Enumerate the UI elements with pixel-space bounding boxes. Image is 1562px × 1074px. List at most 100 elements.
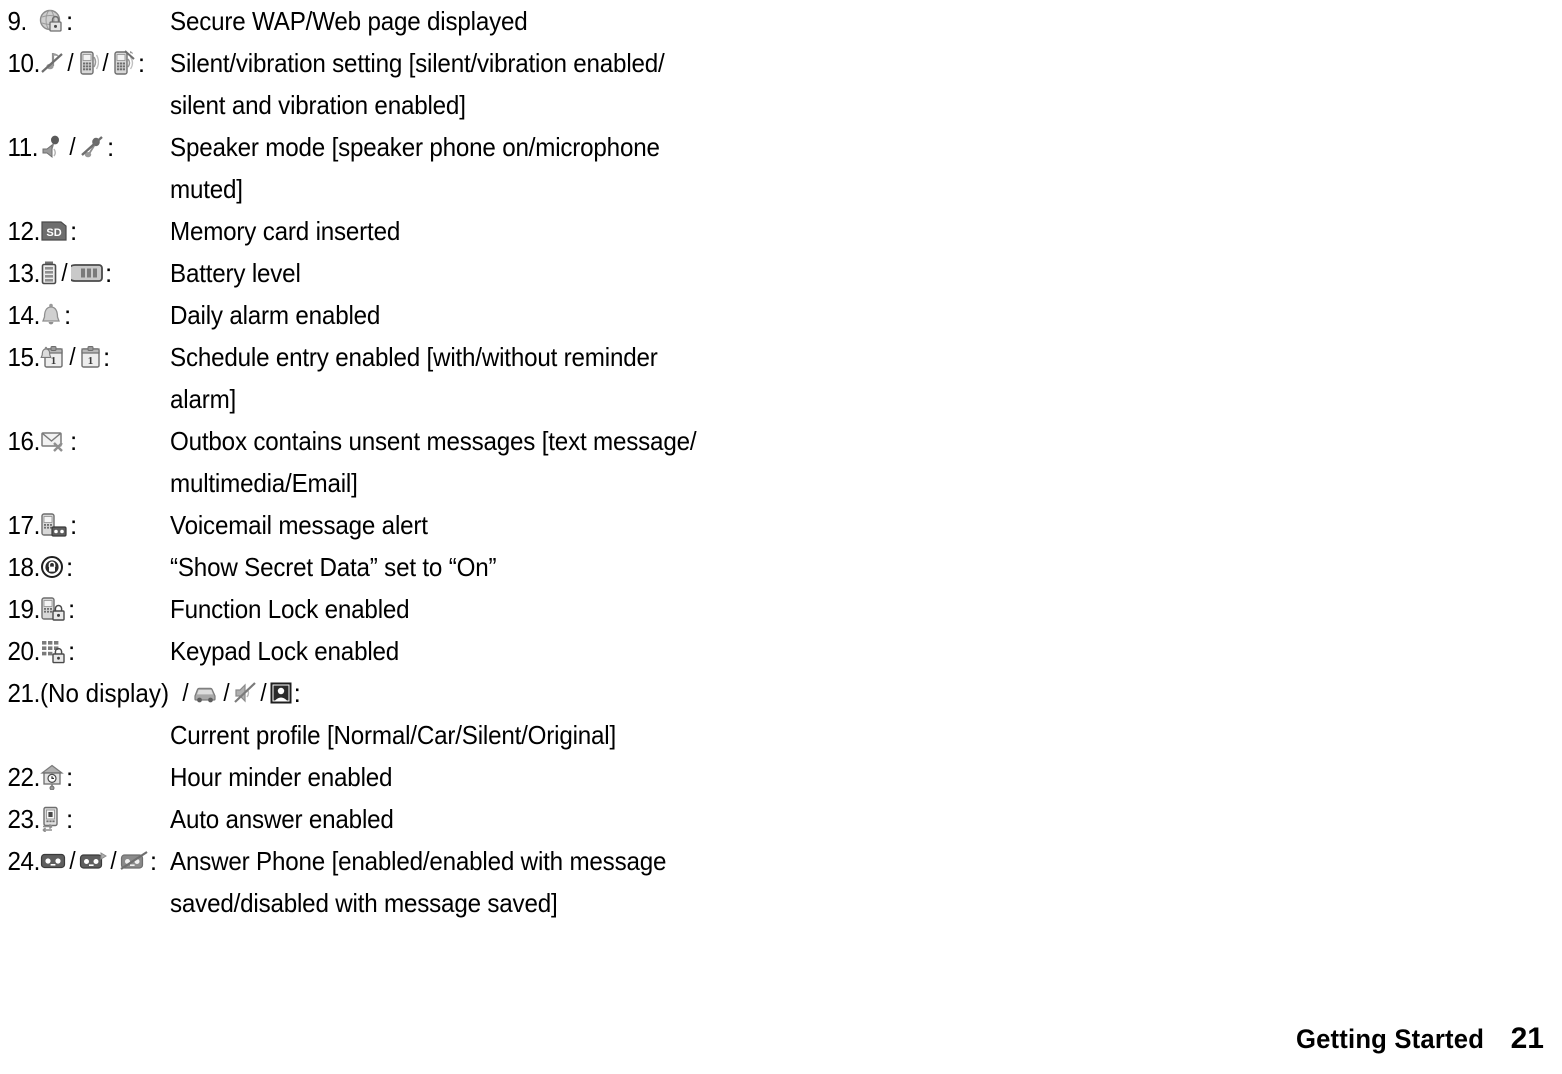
schedule-icon: 1 (79, 344, 101, 370)
entry-number: 18. (7, 552, 40, 582)
entry-colon: : (68, 594, 76, 624)
description-line: Battery level (170, 258, 301, 288)
icon-list-entry: 22.: Hour minder enabled (0, 756, 1562, 798)
vibration-phone-icon (77, 50, 99, 76)
svg-text:1: 1 (88, 355, 94, 367)
entry-number: 21. (7, 678, 40, 708)
entry-number: 10. (7, 48, 40, 78)
entry-icon-group: /: (40, 126, 172, 168)
battery-vertical-icon (40, 260, 58, 286)
description-line: Answer Phone [enabled/enabled with messa… (170, 846, 667, 876)
entry-description: Schedule entry enabled [with/without rem… (170, 336, 658, 420)
description-line: Voicemail message alert (170, 510, 428, 540)
icon-separator: / (69, 133, 76, 161)
description-line: Auto answer enabled (170, 804, 394, 834)
alarm-bell-icon (40, 302, 62, 328)
description-line: Function Lock enabled (170, 594, 410, 624)
entry-description: Hour minder enabled (170, 756, 392, 798)
entry-number: 16. (7, 426, 40, 456)
entry-colon: : (104, 258, 113, 288)
icon-list-entry: 17.: Voicemail message alert (0, 504, 1562, 546)
description-line: muted] (170, 174, 243, 204)
description-line: Schedule entry enabled [with/without rem… (170, 342, 658, 372)
entry-icon-group: : (40, 504, 172, 546)
schedule-with-alarm-icon: 1 (40, 344, 66, 370)
entry-number: 22. (7, 762, 40, 792)
description-line: silent and vibration enabled] (170, 90, 466, 120)
entry-icon-group: /: (40, 252, 172, 294)
entry-description: Speaker mode [speaker phone on/microphon… (170, 126, 660, 210)
silent-note-icon (40, 50, 64, 76)
description-line: Keypad Lock enabled (170, 636, 400, 666)
icon-separator: / (67, 49, 74, 77)
secure-web-page-icon (38, 8, 64, 34)
icon-separator: / (223, 679, 230, 707)
svg-text:SD: SD (46, 227, 61, 239)
icon-list-entry: 24. / /: Answer Phone [enabled/enabled with… (0, 840, 1562, 924)
entry-number: 17. (7, 510, 40, 540)
entry-description: Memory card inserted (170, 210, 400, 252)
icon-separator: / (259, 679, 267, 707)
entry-number: 13. (7, 258, 40, 288)
entry-icon-group: / /: (40, 42, 172, 84)
silent-vibration-phone-icon (112, 50, 136, 76)
keypad-lock-icon (40, 638, 66, 664)
description-line: Silent/vibration setting [silent/vibrati… (170, 48, 665, 78)
entry-description: Outbox contains unsent messages [text me… (170, 420, 697, 504)
document-page: 9.: Secure WAP/Web page displayed 10. / /: Si… (0, 0, 1562, 1074)
entry-colon: : (66, 6, 74, 36)
entry-description: Secure WAP/Web page displayed (170, 0, 528, 42)
icon-separator: / (69, 847, 76, 875)
entry-colon: : (70, 510, 78, 540)
icon-list-entry: 10. / /: Silent/vibration setting [silent/v… (0, 42, 1562, 126)
entry-colon: : (64, 300, 72, 330)
icon-list-entry: 21. (No display) / / /: Current profile [Norm… (0, 672, 1562, 756)
description-line: Secure WAP/Web page displayed (170, 6, 528, 36)
description-line: Outbox contains unsent messages [text me… (170, 426, 697, 456)
memory-card-icon: SD (40, 220, 68, 242)
entry-number: 23. (7, 804, 40, 834)
entry-icon-group: : (40, 756, 172, 798)
entry-icon-group: : (40, 546, 172, 588)
entry-colon: : (149, 846, 158, 876)
icon-list-entry: 20.: Keypad Lock enabled (0, 630, 1562, 672)
footer-page-number: 21 (1510, 1022, 1544, 1055)
entry-description: Battery level (170, 252, 301, 294)
entry-description: “Show Secret Data” set to “On” (170, 546, 497, 588)
icon-list-entry: 9.: Secure WAP/Web page displayed (0, 0, 1562, 42)
secret-data-icon (40, 554, 64, 580)
icon-list-entry: 23.: Auto answer enabled (0, 798, 1562, 840)
description-line: “Show Secret Data” set to “On” (170, 552, 497, 582)
entry-number: 19. (7, 594, 40, 624)
answer-phone-disabled-icon (120, 851, 148, 871)
entry-icon-group: : (40, 420, 172, 462)
silent-profile-icon (233, 681, 257, 705)
entry-colon: : (70, 216, 78, 246)
entry-colon: : (102, 342, 111, 372)
answer-phone-icon (40, 852, 66, 870)
entry-icon-group: / /: (40, 840, 172, 882)
entry-number: 24. (7, 846, 40, 876)
entry-icon-group: : (40, 630, 172, 672)
description-line: Hour minder enabled (170, 762, 393, 792)
entry-icon-group: : (40, 588, 172, 630)
entry-colon: : (137, 48, 146, 78)
icon-list-entry: 13. /: Battery level (0, 252, 1562, 294)
icon-separator: / (61, 259, 68, 287)
entry-lead-text: (No display) (40, 678, 170, 708)
entry-icon-group: : (40, 798, 172, 840)
svg-text:1: 1 (51, 355, 57, 367)
entry-icon-group: SD: (40, 210, 172, 252)
entry-number: 11. (7, 132, 39, 162)
entry-number: 9. (7, 6, 27, 36)
answer-phone-saved-icon (79, 851, 107, 871)
icon-list-entry: 12. SD: Memory card inserted (0, 210, 1562, 252)
page-footer: Getting Started 21 (1291, 1022, 1544, 1056)
icon-separator: / (182, 679, 189, 707)
entry-icon-group: 1 / 1: (40, 336, 172, 378)
original-profile-icon (270, 682, 292, 704)
status-icon-list: 9.: Secure WAP/Web page displayed 10. / /: Si… (0, 0, 1562, 924)
hour-minder-clock-icon (40, 764, 64, 790)
entry-icon-group: : (38, 0, 170, 42)
description-line: alarm] (170, 384, 237, 414)
